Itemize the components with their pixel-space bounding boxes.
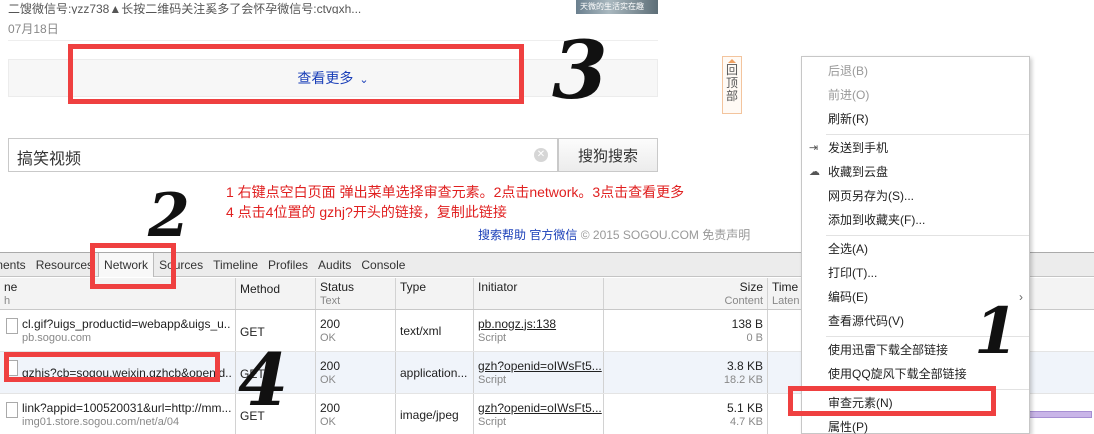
copyright: © 2015 SOGOU.COM (580, 228, 699, 242)
annotation-number-3: 3 (552, 23, 608, 117)
article-snippet[interactable]: 二馊微信号:yzz738▲长按二维码关注奚多了会怀孕微信号:ctvgxh... (8, 0, 568, 14)
col-name-sub: h (4, 295, 11, 307)
menu-item-label: 发送到手机 (828, 141, 889, 155)
initiator-link[interactable]: pb.nogz.js:138 (478, 317, 599, 331)
request-status-text: OK (320, 331, 336, 344)
tab-profiles[interactable]: Profiles (263, 253, 313, 277)
request-name: link?appid=100520031&url=http://mm... (22, 400, 231, 415)
back-to-top-char: 回 (725, 63, 738, 77)
column-size[interactable]: Size Content (604, 278, 768, 309)
request-type: image/jpeg (400, 407, 459, 422)
tab-resources[interactable]: Resources (31, 253, 98, 277)
menu-separator (826, 235, 1029, 236)
instruction-line-2: 4 点击4位置的 gzhj?开头的链接，复制此链接 (226, 204, 507, 220)
column-method[interactable]: Method (236, 278, 316, 309)
column-status[interactable]: Status Text (316, 278, 396, 309)
search-input[interactable]: 搞笑视频 (8, 138, 558, 172)
search-button[interactable]: 搜狗搜索 (558, 138, 658, 172)
col-size-sub: Content (724, 295, 763, 307)
annotation-number-2: 2 (148, 181, 190, 251)
request-content-size: 4.7 KB (729, 415, 763, 428)
request-host: pb.sogou.com (22, 331, 92, 344)
help-link[interactable]: 搜索帮助 (478, 228, 526, 242)
tab-audits[interactable]: Audits (313, 253, 356, 277)
col-method-title: Method (240, 282, 281, 296)
menu-item-label: 编码(E) (828, 290, 868, 304)
initiator-link[interactable]: gzh?openid=oIWsFt5... (478, 401, 602, 415)
official-wechat-link[interactable]: 官方微信 (529, 228, 577, 242)
col-status-title: Status (320, 280, 355, 294)
column-initiator[interactable]: Initiator (474, 278, 604, 309)
request-status: 200 (320, 316, 341, 331)
request-type: application... (400, 365, 468, 380)
initiator-sub: Script (478, 373, 507, 386)
back-to-top-char: 顶 (725, 76, 738, 90)
col-size-title: Size (739, 280, 763, 294)
request-type: text/xml (400, 323, 442, 338)
initiator-sub: Script (478, 331, 507, 344)
annotation-box-1 (788, 386, 996, 416)
menu-item-send-to-phone[interactable]: ⇥ 发送到手机 (802, 136, 1029, 160)
menu-item-label: 收藏到云盘 (828, 165, 889, 179)
annotation-box-3 (68, 44, 524, 104)
request-size: 3.8 KB (726, 358, 763, 373)
back-to-top-button[interactable]: 回 顶 部 (722, 56, 742, 114)
request-content-size: 18.2 KB (723, 373, 763, 386)
annotation-box-4 (4, 352, 220, 382)
disclaimer-link[interactable]: 免责声明 (702, 228, 750, 242)
cloud-icon: ☁ (809, 166, 820, 178)
menu-item-forward[interactable]: 前进(O) (802, 83, 1029, 107)
initiator-link[interactable]: gzh?openid=oIWsFt5... (478, 359, 602, 373)
request-status: 200 (320, 358, 341, 373)
timeline-bar (1028, 411, 1092, 418)
tab-timeline[interactable]: Timeline (208, 253, 263, 277)
tab-console[interactable]: Console (356, 253, 410, 277)
back-to-top-char: 部 (725, 89, 738, 103)
request-size: 5.1 KB (726, 400, 763, 415)
col-type-title: Type (400, 280, 427, 294)
annotation-number-4: 4 (238, 337, 289, 422)
request-status-text: OK (320, 415, 336, 428)
initiator-sub: Script (478, 415, 507, 428)
menu-item-properties[interactable]: 属性(P) (802, 415, 1029, 434)
menu-item-select-all[interactable]: 全选(A) (802, 237, 1029, 261)
menu-item-print[interactable]: 打印(T)... (802, 261, 1029, 285)
request-name-cell[interactable]: link?appid=100520031&url=http://mm... img… (0, 394, 236, 434)
menu-item-refresh[interactable]: 刷新(R) (802, 107, 1029, 131)
menu-separator (826, 134, 1029, 135)
file-icon (6, 402, 18, 418)
chevron-right-icon: › (1019, 290, 1023, 304)
menu-item-add-favorite[interactable]: 添加到收藏夹(F)... (802, 208, 1029, 232)
column-type[interactable]: Type (396, 278, 474, 309)
request-status: 200 (320, 400, 341, 415)
menu-item-save-as[interactable]: 网页另存为(S)... (802, 184, 1029, 208)
article-thumbnail[interactable]: 天微的生活实在趣 (576, 0, 658, 14)
article-date: 07月18日 (8, 22, 59, 36)
context-menu: 后退(B) 前进(O) 刷新(R) ⇥ 发送到手机 ☁ 收藏到云盘 网页另存为(S)… (801, 56, 1030, 434)
send-to-phone-icon: ⇥ (809, 142, 819, 154)
request-size: 138 B (731, 316, 763, 331)
clear-icon[interactable]: ✕ (534, 148, 548, 162)
menu-item-save-to-cloud[interactable]: ☁ 收藏到云盘 (802, 160, 1029, 184)
instruction-line-1: 1 右键点空白页面 弹出菜单选择审查元素。2点击network。3点击查看更多 (226, 184, 685, 200)
tab-elements[interactable]: ments (0, 253, 31, 277)
file-icon (6, 318, 18, 334)
col-status-sub: Text (320, 295, 341, 307)
request-status-text: OK (320, 373, 336, 386)
col-initiator-title: Initiator (478, 280, 518, 294)
instructions: 1 右键点空白页面 弹出菜单选择审查元素。2点击network。3点击查看更多 … (226, 182, 684, 222)
request-name: cl.gif?uigs_productid=webapp&uigs_u... (22, 316, 231, 331)
request-host: img01.store.sogou.com/net/a/04 (22, 415, 180, 428)
request-name-cell[interactable]: cl.gif?uigs_productid=webapp&uigs_u... pb… (0, 310, 236, 351)
footer: 搜索帮助 官方微信 © 2015 SOGOU.COM 免责声明 (478, 226, 750, 243)
request-content-size: 0 B (746, 331, 763, 344)
annotation-number-1: 1 (974, 294, 1019, 369)
menu-item-back[interactable]: 后退(B) (802, 59, 1029, 83)
